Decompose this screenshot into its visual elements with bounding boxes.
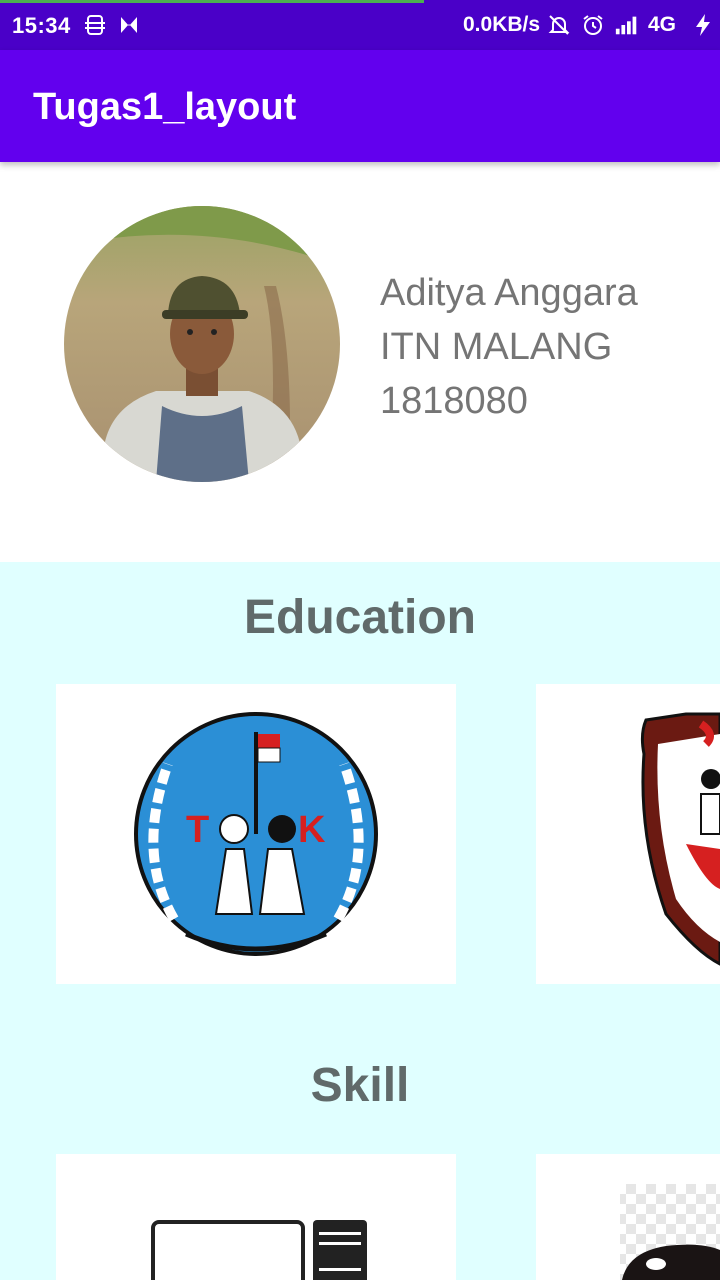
carrier-label: 4G [648, 13, 677, 36]
skill-logo-icon [620, 1184, 720, 1280]
status-bar: 15:34 0.0KB/s 4G [0, 0, 720, 50]
skill-card-computer[interactable] [56, 1154, 456, 1280]
tk-kindergarten-emblem-icon: T K [134, 712, 378, 956]
app-title: Tugas1_layout [33, 86, 297, 128]
charging-icon [690, 12, 716, 38]
loading-progress-bar [0, 0, 424, 3]
education-card-school[interactable] [536, 684, 720, 984]
skill-heading: Skill [310, 1059, 410, 1112]
content-section: Education T K Skill [0, 562, 720, 1280]
education-card-tk[interactable]: T K [56, 684, 456, 984]
profile-student-id: 1818080 [380, 380, 528, 422]
education-heading: Education [243, 591, 476, 644]
profile-section: Aditya Anggara ITN MALANG 1818080 [0, 162, 720, 562]
vpn-icon [82, 12, 108, 38]
notification-n-icon [116, 12, 142, 38]
profile-avatar [64, 206, 340, 482]
emblem-letter-t: T [186, 809, 209, 851]
mute-bell-icon [546, 12, 572, 38]
computer-monitor-icon [151, 1220, 367, 1280]
status-time: 15:34 [12, 13, 71, 38]
profile-school: ITN MALANG [380, 326, 613, 368]
profile-info: Aditya Anggara ITN MALANG 1818080 [380, 266, 638, 428]
alarm-icon [580, 12, 606, 38]
signal-strength-icon [614, 12, 640, 38]
emblem-letter-k: K [298, 809, 326, 851]
skill-card-logo[interactable] [536, 1154, 720, 1280]
network-speed: 0.0KB/s [463, 13, 541, 36]
profile-name: Aditya Anggara [380, 272, 638, 314]
app-bar: Tugas1_layout [0, 50, 720, 162]
school-shield-emblem-icon [640, 712, 720, 966]
